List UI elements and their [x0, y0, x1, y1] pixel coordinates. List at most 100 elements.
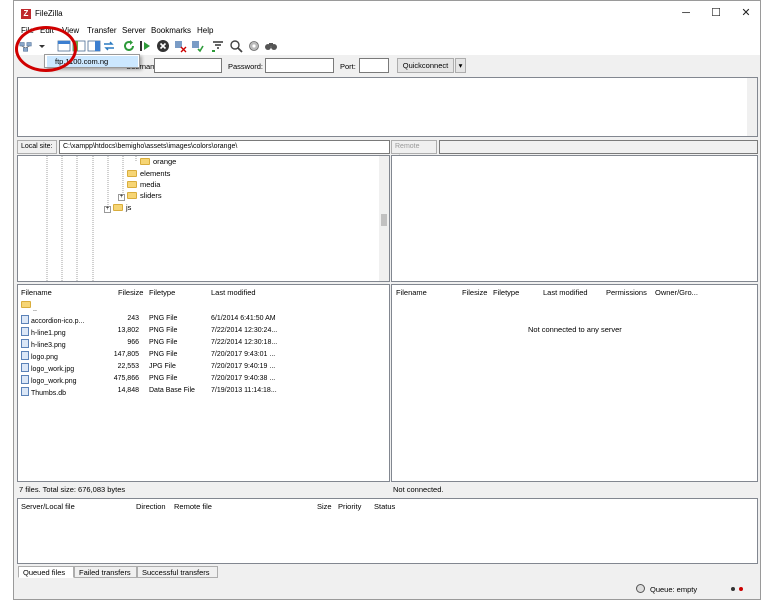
table-row[interactable]: logo.png 147,805 PNG File 7/20/2017 9:43:01…	[18, 349, 389, 361]
folder-icon	[127, 170, 137, 177]
filesize-cell: 147,805	[113, 351, 139, 358]
port-field[interactable]	[359, 58, 389, 73]
col-last-modified[interactable]: Last modified	[543, 288, 588, 297]
local-file-header: Filename Filesize Filetype Last modified	[18, 285, 389, 299]
filetype-cell: PNG File	[149, 315, 178, 322]
filetype-cell: Data Base File	[149, 387, 195, 394]
remote-file-list[interactable]: Filename Filesize Filetype Last modified…	[391, 284, 758, 482]
filesize-cell: 13,802	[117, 327, 139, 334]
local-site-label: Local site:	[17, 140, 57, 154]
minimize-button[interactable]: ─	[672, 5, 700, 21]
col-filesize[interactable]: Filesize	[118, 288, 143, 297]
menu-server[interactable]: Server	[122, 26, 146, 35]
col-server-local-file[interactable]: Server/Local file	[21, 502, 75, 511]
col-direction[interactable]: Direction	[136, 502, 166, 511]
folder-icon	[21, 301, 31, 308]
window-title: FileZilla	[35, 9, 63, 18]
filter-icon[interactable]	[211, 39, 225, 53]
remote-tree-icon[interactable]	[87, 39, 101, 53]
activity-led-icon	[731, 587, 735, 591]
port-label: Port:	[340, 62, 356, 71]
filename-cell: h-line3.png	[21, 339, 66, 349]
table-row[interactable]: logo_work.jpg 22,553 JPG File 7/20/2017 9:4…	[18, 361, 389, 373]
col-filetype[interactable]: Filetype	[149, 288, 175, 297]
tab-failed-transfers[interactable]: Failed transfers	[74, 566, 137, 578]
remote-site-label: Remote site:	[391, 140, 437, 162]
refresh-icon[interactable]	[122, 39, 136, 53]
table-row[interactable]: h-line1.png 13,802 PNG File 7/22/2014 12:30…	[18, 325, 389, 337]
col-filename[interactable]: Filename	[396, 288, 427, 297]
transfer-queue[interactable]: Server/Local file Direction Remote file …	[17, 498, 758, 564]
expand-icon[interactable]: +	[118, 194, 125, 201]
last-modified-cell: 7/20/2017 9:43:01 ...	[211, 351, 276, 358]
local-tree-scrollbar[interactable]	[379, 156, 389, 281]
maximize-button[interactable]: ☐	[702, 5, 730, 21]
password-label: Password:	[228, 62, 264, 71]
local-path-field[interactable]: C:\xampp\htdocs\bemigho\assets\images\co…	[59, 140, 390, 154]
tree-item-media[interactable]: media	[127, 180, 160, 189]
col-priority[interactable]: Priority	[338, 502, 361, 511]
table-row[interactable]: h-line3.png 966 PNG File 7/22/2014 12:30:18…	[18, 337, 389, 349]
disconnect-icon[interactable]	[173, 39, 187, 53]
sync-browse-icon[interactable]	[247, 39, 261, 53]
compare-icon[interactable]	[229, 39, 243, 53]
table-row[interactable]: Thumbs.db 14,848 Data Base File 7/19/2013 1…	[18, 385, 389, 397]
remote-status: Not connected.	[393, 483, 753, 496]
search-icon[interactable]	[264, 39, 278, 53]
filesize-cell: 475,866	[113, 375, 139, 382]
log-scrollbar[interactable]	[747, 78, 757, 136]
quickconnect-history-button[interactable]: ▾	[455, 58, 466, 73]
menu-transfer[interactable]: Transfer	[87, 26, 117, 35]
col-filename[interactable]: Filename	[21, 288, 52, 297]
remote-directory-tree[interactable]	[391, 155, 758, 282]
col-permissions[interactable]: Permissions	[606, 288, 647, 297]
tab-successful-transfers[interactable]: Successful transfers	[137, 566, 218, 578]
queue-icon[interactable]	[102, 39, 116, 53]
toolbar	[14, 37, 760, 55]
quickconnect-button[interactable]: Quickconnect	[397, 58, 454, 73]
image-file-icon	[21, 351, 29, 360]
tree-item-js[interactable]: + js	[104, 203, 131, 213]
image-file-icon	[21, 375, 29, 384]
filename-cell: logo.png	[21, 351, 58, 361]
title-bar: Z FileZilla ─ ☐ ✕	[14, 1, 760, 25]
col-filetype[interactable]: Filetype	[493, 288, 519, 297]
tree-item-orange[interactable]: orange	[140, 157, 176, 166]
tab-queued-files[interactable]: Queued files	[18, 566, 74, 578]
folder-icon	[113, 204, 123, 211]
col-status[interactable]: Status	[374, 502, 395, 511]
local-directory-tree[interactable]: orange elements media + sliders + js	[17, 155, 390, 282]
last-modified-cell: 7/20/2017 9:40:19 ...	[211, 363, 276, 370]
filename-cell: ..	[33, 306, 37, 313]
col-filesize[interactable]: Filesize	[462, 288, 487, 297]
local-site-bar: Local site: C:\xampp\htdocs\bemigho\asse…	[17, 140, 390, 154]
col-owner-group[interactable]: Owner/Gro...	[655, 288, 698, 297]
col-size[interactable]: Size	[317, 502, 332, 511]
scroll-thumb[interactable]	[381, 214, 387, 226]
image-file-icon	[21, 315, 29, 324]
local-file-list[interactable]: Filename Filesize Filetype Last modified…	[17, 284, 390, 482]
menu-help[interactable]: Help	[197, 26, 213, 35]
reconnect-icon[interactable]	[190, 39, 204, 53]
tree-item-sliders[interactable]: + sliders	[118, 191, 162, 201]
tree-item-elements[interactable]: elements	[127, 169, 170, 178]
expand-icon[interactable]: +	[104, 206, 111, 213]
last-modified-cell: 6/1/2014 6:41:50 AM	[211, 315, 276, 322]
folder-icon	[127, 192, 137, 199]
remote-path-field[interactable]	[439, 140, 758, 154]
menu-bookmarks[interactable]: Bookmarks	[151, 26, 191, 35]
queue-header: Server/Local file Direction Remote file …	[18, 499, 757, 513]
process-queue-icon[interactable]	[138, 39, 152, 53]
col-remote-file[interactable]: Remote file	[174, 502, 212, 511]
table-row[interactable]: accordion-ico.p... 243 PNG File 6/1/2014 6:…	[18, 313, 389, 325]
table-row[interactable]: logo_work.png 475,866 PNG File 7/20/2017 9:…	[18, 373, 389, 385]
col-last-modified[interactable]: Last modified	[211, 288, 256, 297]
cancel-icon[interactable]	[156, 39, 170, 53]
filetype-cell: PNG File	[149, 327, 178, 334]
message-log[interactable]	[17, 77, 758, 137]
close-button[interactable]: ✕	[732, 5, 760, 21]
password-field[interactable]	[265, 58, 334, 73]
username-field[interactable]	[154, 58, 222, 73]
image-file-icon	[21, 363, 29, 372]
filetype-cell: JPG File	[149, 363, 176, 370]
